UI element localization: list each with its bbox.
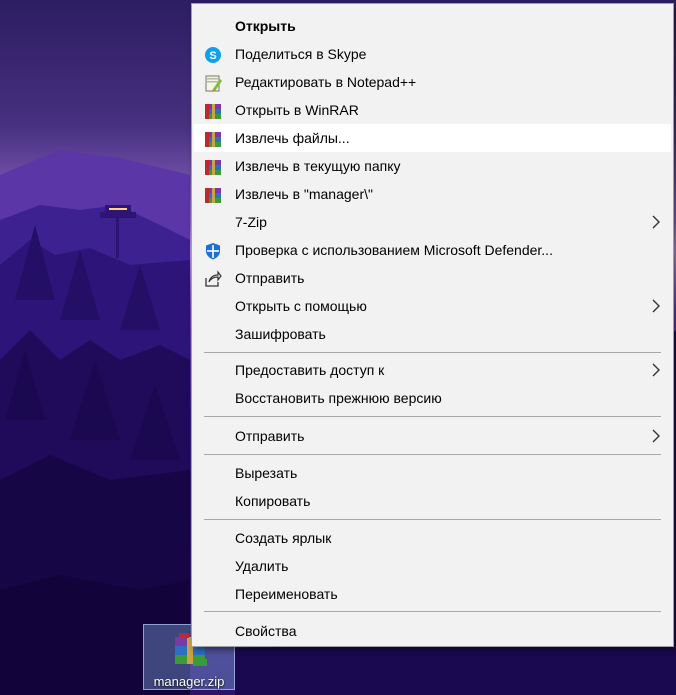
menu-item-label: Редактировать в Notepad++ [235,74,417,90]
winrar-icon [205,160,221,175]
menu-item-rename[interactable]: Переименовать [194,580,671,608]
menu-item-copy[interactable]: Копировать [194,487,671,515]
menu-item-give-access[interactable]: Предоставить доступ к [194,356,671,384]
menu-item-label: Предоставить доступ к [235,362,385,378]
menu-item-edit-notepad[interactable]: Редактировать в Notepad++ [194,68,671,96]
menu-item-label: Открыть [235,18,296,34]
menu-item-open[interactable]: Открыть [194,12,671,40]
menu-item-encrypt[interactable]: Зашифровать [194,320,671,348]
winrar-icon [205,104,221,119]
file-name-label: manager.zip [153,674,225,689]
menu-item-label: Переименовать [235,586,338,602]
menu-item-label: Поделиться в Skype [235,46,367,62]
menu-item-label: Отправить [235,270,305,286]
menu-item-send-to[interactable]: Отправить [194,422,671,450]
winrar-icon [205,188,221,203]
menu-item-label: Удалить [235,558,289,574]
menu-item-7zip[interactable]: 7-Zip [194,208,671,236]
menu-item-share[interactable]: Отправить [194,264,671,292]
menu-item-create-shortcut[interactable]: Создать ярлык [194,524,671,552]
menu-item-label: Свойства [235,623,297,639]
menu-item-label: Вырезать [235,465,298,481]
chevron-right-icon [652,215,660,229]
menu-item-delete[interactable]: Удалить [194,552,671,580]
menu-separator [204,519,661,520]
menu-item-label: Извлечь в текущую папку [235,158,401,174]
skype-icon: S [205,47,221,63]
share-icon [205,270,222,287]
menu-item-label: Зашифровать [235,326,326,342]
menu-item-label: Восстановить прежнюю версию [235,390,442,406]
context-menu: Открыть S Поделиться в Skype Редактирова… [191,3,674,647]
menu-item-defender-scan[interactable]: Проверка с использованием Microsoft Defe… [194,236,671,264]
menu-item-label: Проверка с использованием Microsoft Defe… [235,242,553,258]
menu-item-label: Отправить [235,428,305,444]
menu-separator [204,454,661,455]
menu-item-share-skype[interactable]: S Поделиться в Skype [194,40,671,68]
chevron-right-icon [652,363,660,377]
menu-item-label: Открыть с помощью [235,298,367,314]
menu-separator [204,352,661,353]
menu-item-label: Открыть в WinRAR [235,102,359,118]
menu-item-open-with[interactable]: Открыть с помощью [194,292,671,320]
svg-text:S: S [209,50,216,62]
menu-item-extract-to-folder[interactable]: Извлечь в "manager\" [194,180,671,208]
menu-item-label: Извлечь файлы... [235,130,350,146]
menu-item-extract-files[interactable]: Извлечь файлы... [194,124,671,152]
menu-separator [204,611,661,612]
menu-item-open-winrar[interactable]: Открыть в WinRAR [194,96,671,124]
winrar-icon [205,132,221,147]
menu-item-extract-here[interactable]: Извлечь в текущую папку [194,152,671,180]
menu-item-label: Копировать [235,493,311,509]
menu-item-label: 7-Zip [235,214,267,230]
notepad-plus-plus-icon [205,75,222,92]
menu-item-cut[interactable]: Вырезать [194,459,671,487]
chevron-right-icon [652,299,660,313]
menu-item-label: Извлечь в "manager\" [235,186,373,202]
menu-item-label: Создать ярлык [235,530,332,546]
defender-shield-icon [206,243,220,260]
menu-item-restore-previous[interactable]: Восстановить прежнюю версию [194,384,671,412]
menu-item-properties[interactable]: Свойства [194,617,671,645]
chevron-right-icon [652,429,660,443]
menu-separator [204,416,661,417]
